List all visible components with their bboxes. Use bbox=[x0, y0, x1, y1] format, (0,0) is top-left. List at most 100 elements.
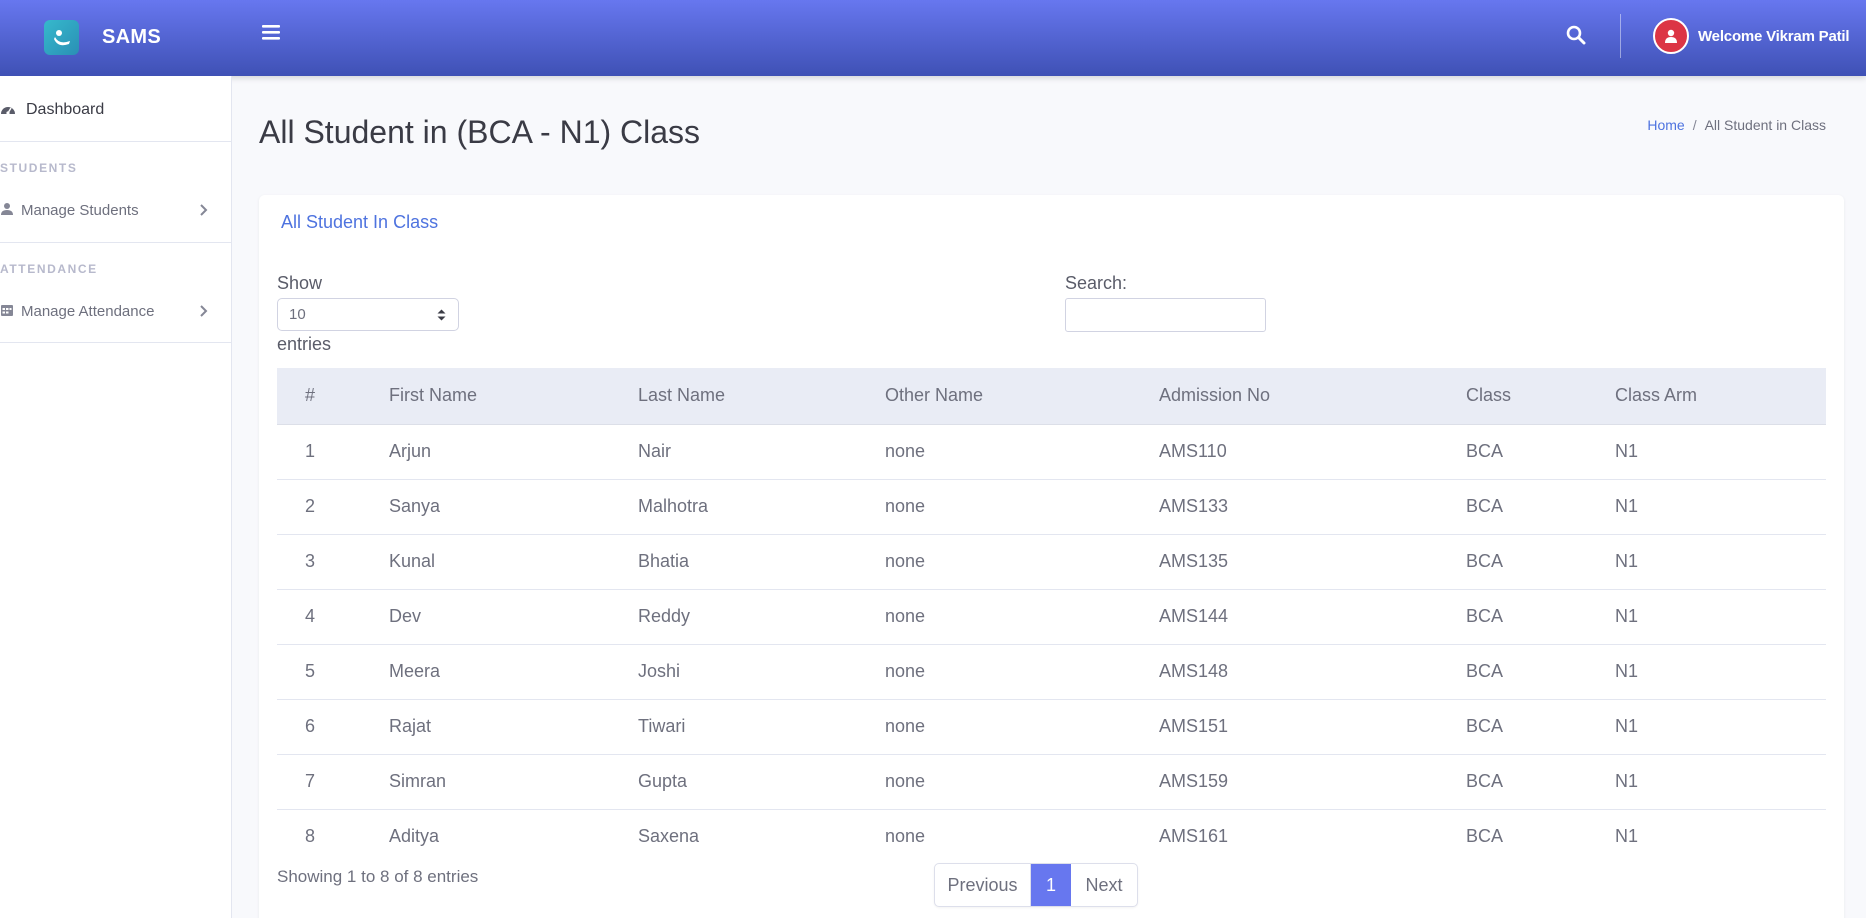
cell-admission-no: AMS151 bbox=[1159, 699, 1466, 755]
cell-class-arm: N1 bbox=[1615, 424, 1826, 480]
brand-logo-icon bbox=[44, 20, 79, 55]
cell-first-name: Arjun bbox=[389, 424, 638, 480]
cell-first-name: Dev bbox=[389, 589, 638, 645]
cell-admission-no: AMS148 bbox=[1159, 644, 1466, 700]
cell-first-name: Sanya bbox=[389, 479, 638, 535]
table-row: 7 Simran Gupta none AMS159 BCA N1 bbox=[277, 754, 1826, 810]
cell-class: BCA bbox=[1466, 479, 1615, 535]
cell-last-name: Reddy bbox=[638, 589, 885, 645]
column-header-class-arm[interactable]: Class Arm bbox=[1615, 368, 1826, 425]
table-info: Showing 1 to 8 of 8 entries bbox=[277, 867, 479, 886]
sidebar-item-manage-attendance[interactable]: Manage Attendance bbox=[0, 291, 232, 331]
sidebar-item-label: Manage Attendance bbox=[21, 302, 155, 320]
breadcrumb-separator: / bbox=[1692, 117, 1697, 133]
breadcrumb-current: All Student in Class bbox=[1704, 117, 1826, 133]
user-avatar-icon bbox=[1653, 18, 1689, 54]
search-label: Search: bbox=[1065, 273, 1128, 293]
cell-admission-no: AMS159 bbox=[1159, 754, 1466, 810]
column-header-last-name[interactable]: Last Name bbox=[638, 368, 885, 425]
cell-class-arm: N1 bbox=[1615, 644, 1826, 700]
cell-last-name: Bhatia bbox=[638, 534, 885, 590]
cell-other-name: none bbox=[885, 644, 1159, 700]
sidebar-heading-students: STUDENTS bbox=[0, 161, 78, 175]
column-header-admission-no[interactable]: Admission No bbox=[1159, 368, 1466, 425]
user-menu[interactable]: Welcome Vikram Patil bbox=[1653, 18, 1850, 54]
cell-admission-no: AMS161 bbox=[1159, 826, 1229, 847]
dashboard-gauge-icon bbox=[0, 102, 16, 118]
cell-last-name: Gupta bbox=[638, 754, 885, 810]
chevron-right-icon bbox=[199, 203, 211, 217]
select-sort-icon bbox=[437, 308, 446, 322]
sidebar-divider bbox=[0, 141, 232, 142]
cell-class-arm: N1 bbox=[1615, 479, 1826, 535]
table-row: 4 Dev Reddy none AMS144 BCA N1 bbox=[277, 589, 1826, 645]
cell-other-name: none bbox=[885, 826, 926, 847]
students-table: # First Name Last Name Other Name Admiss… bbox=[277, 368, 1826, 864]
cell-other-name: none bbox=[885, 534, 1159, 590]
hamburger-menu-icon[interactable] bbox=[262, 24, 282, 48]
table-row: 3 Kunal Bhatia none AMS135 BCA N1 bbox=[277, 534, 1826, 590]
page-1-button[interactable]: 1 bbox=[1031, 864, 1071, 906]
sidebar-item-manage-students[interactable]: Manage Students bbox=[0, 190, 232, 230]
entries-label: entries bbox=[277, 334, 332, 354]
page-title: All Student in (BCA - N1) Class bbox=[259, 114, 701, 150]
cell-number: 5 bbox=[277, 644, 389, 700]
cell-class: BCA bbox=[1466, 424, 1615, 480]
card-title: All Student In Class bbox=[281, 212, 439, 232]
cell-other-name: none bbox=[885, 479, 1159, 535]
calendar-icon bbox=[0, 303, 16, 319]
user-greeting: Welcome Vikram Patil bbox=[1698, 27, 1850, 45]
column-header-first-name[interactable]: First Name bbox=[389, 368, 638, 425]
breadcrumb-home-link[interactable]: Home bbox=[1647, 117, 1684, 133]
cell-admission-no: AMS135 bbox=[1159, 534, 1466, 590]
table-search-input[interactable] bbox=[1065, 298, 1266, 332]
cell-class-arm: N1 bbox=[1615, 534, 1826, 590]
students-icon bbox=[0, 202, 16, 218]
cell-first-name: Kunal bbox=[389, 534, 638, 590]
cell-admission-no: AMS133 bbox=[1159, 479, 1466, 535]
cell-first-name: Rajat bbox=[389, 699, 638, 755]
sidebar-divider bbox=[0, 242, 232, 243]
cell-class-arm: N1 bbox=[1615, 699, 1826, 755]
cell-class: BCA bbox=[1466, 534, 1615, 590]
column-header-number[interactable]: # bbox=[277, 368, 389, 425]
cell-last-name: Joshi bbox=[638, 644, 885, 700]
cell-number: 8 bbox=[305, 826, 316, 847]
table-row: 8 Aditya Saxena none AMS161 BCA N1 bbox=[277, 809, 1826, 864]
cell-class: BCA bbox=[1466, 826, 1504, 847]
cell-class-arm: N1 bbox=[1615, 589, 1826, 645]
sidebar-divider bbox=[0, 342, 232, 343]
cell-last-name: Saxena bbox=[638, 826, 700, 847]
sidebar: Dashboard STUDENTS Manage Students ATTEN… bbox=[0, 76, 232, 918]
sidebar-item-dashboard[interactable]: Dashboard bbox=[0, 90, 232, 130]
top-navbar: SAMS Welcome Vikram Patil bbox=[0, 0, 1866, 76]
column-header-class[interactable]: Class bbox=[1466, 368, 1615, 425]
breadcrumb: Home / All Student in Class bbox=[1647, 117, 1826, 133]
previous-page-button[interactable]: Previous bbox=[935, 864, 1031, 906]
brand[interactable]: SAMS bbox=[44, 20, 161, 55]
sidebar-heading-attendance: ATTENDANCE bbox=[0, 262, 98, 276]
cell-number: 2 bbox=[277, 479, 389, 535]
cell-last-name: Tiwari bbox=[638, 699, 885, 755]
search-icon[interactable] bbox=[1566, 25, 1590, 49]
column-header-other-name[interactable]: Other Name bbox=[885, 368, 1159, 425]
next-page-button[interactable]: Next bbox=[1071, 864, 1137, 906]
cell-number: 1 bbox=[277, 424, 389, 480]
cell-number: 6 bbox=[277, 699, 389, 755]
cell-other-name: none bbox=[885, 699, 1159, 755]
cell-last-name: Nair bbox=[638, 424, 885, 480]
cell-other-name: none bbox=[885, 754, 1159, 810]
cell-first-name: Meera bbox=[389, 644, 638, 700]
table-row: 2 Sanya Malhotra none AMS133 BCA N1 bbox=[277, 479, 1826, 535]
cell-class-arm: N1 bbox=[1615, 826, 1639, 847]
cell-other-name: none bbox=[885, 424, 1159, 480]
brand-name: SAMS bbox=[102, 26, 161, 48]
cell-first-name: Simran bbox=[389, 754, 638, 810]
sidebar-item-label: Manage Students bbox=[21, 201, 139, 219]
pagination: Previous 1 Next bbox=[934, 863, 1138, 907]
length-label: Show bbox=[277, 273, 323, 293]
table-row: 5 Meera Joshi none AMS148 BCA N1 bbox=[277, 644, 1826, 700]
entries-per-page-select[interactable]: 10 bbox=[277, 298, 459, 331]
cell-class-arm: N1 bbox=[1615, 754, 1826, 810]
cell-first-name: Aditya bbox=[389, 826, 440, 847]
